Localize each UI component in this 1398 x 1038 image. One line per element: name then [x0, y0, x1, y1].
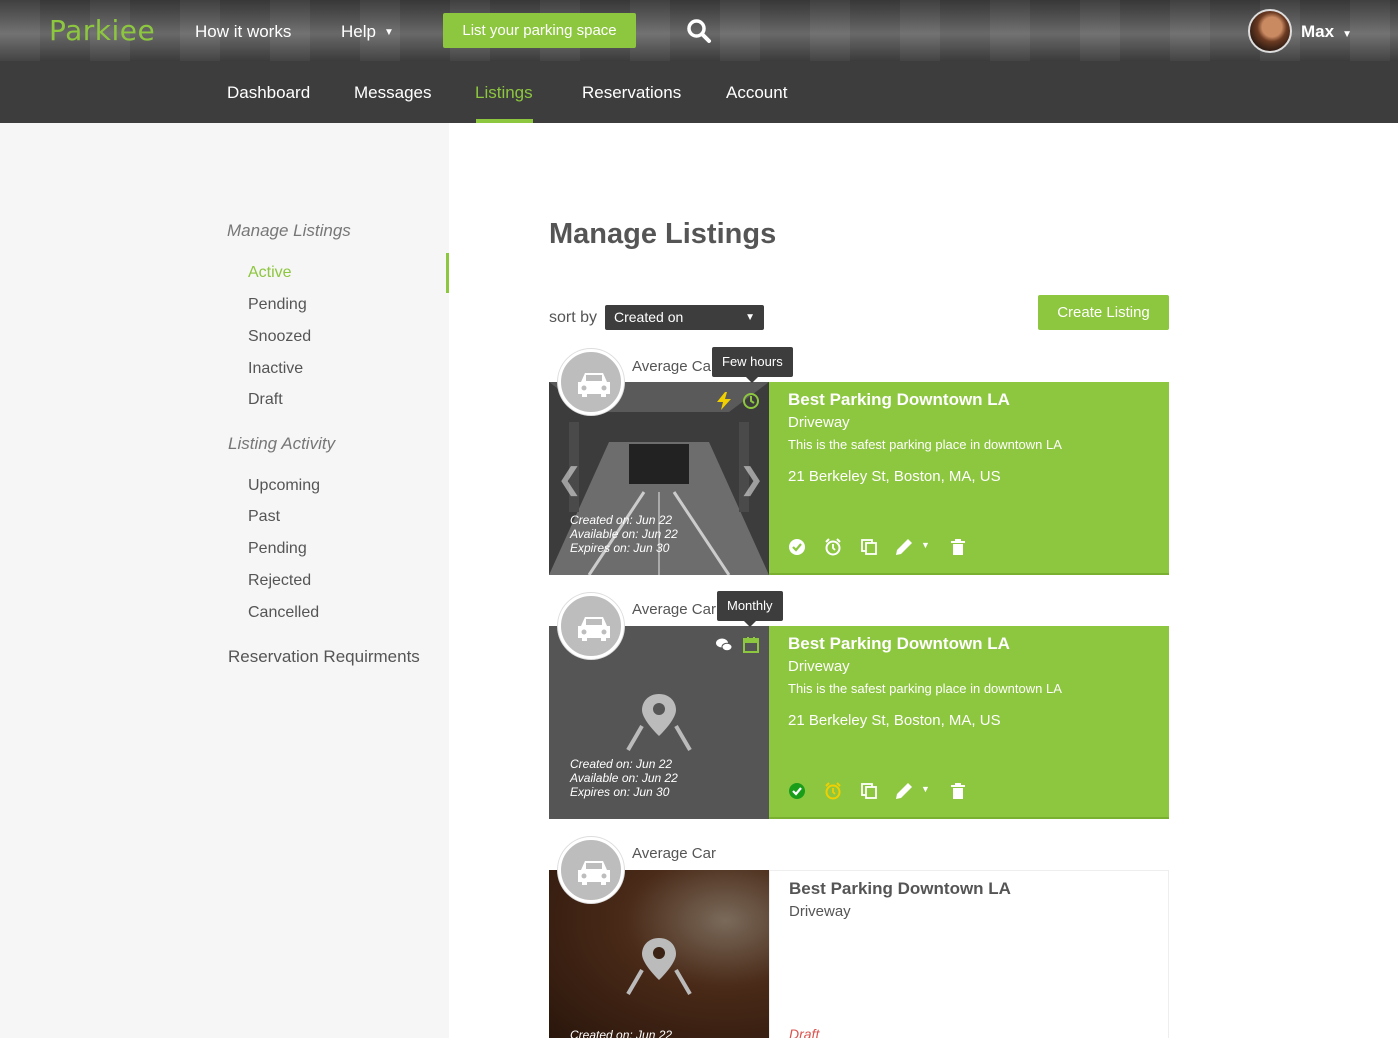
- sidebar-item-active[interactable]: Active: [248, 264, 292, 282]
- listing-address: 21 Berkeley St, Boston, MA, US: [788, 468, 1001, 485]
- chevron-down-icon[interactable]: ▼: [921, 784, 930, 794]
- sidebar-item-inactive[interactable]: Inactive: [248, 360, 303, 378]
- listing-dates: Created on: Jun 22 Available on: Jun 22 …: [570, 513, 678, 555]
- created-date: Created on: Jun 22: [570, 513, 673, 527]
- list-parking-button[interactable]: List your parking space: [443, 13, 636, 48]
- listing-card[interactable]: ❮ ❯ Created on: Jun 22 Available on: Jun…: [549, 382, 1169, 575]
- sidebar-item-snoozed[interactable]: Snoozed: [248, 328, 311, 346]
- nav-help-label: Help: [341, 22, 376, 41]
- copy-icon[interactable]: [860, 782, 878, 800]
- sidebar-item-reservation-requirements[interactable]: Reservation Requirments: [228, 647, 420, 667]
- avatar[interactable]: [1248, 9, 1292, 53]
- listing-description: This is the safest parking place in down…: [788, 681, 1062, 696]
- listing-title[interactable]: Best Parking Downtown LA: [788, 634, 1010, 654]
- clock-icon[interactable]: [742, 392, 760, 410]
- listing-details: Best Parking Downtown LA Driveway This i…: [769, 626, 1169, 819]
- user-menu[interactable]: Max ▼: [1301, 22, 1352, 42]
- available-date: Available on: Jun 22: [570, 527, 678, 541]
- car-size-icon: [558, 593, 624, 659]
- created-date: Created on: Jun 22: [570, 757, 673, 771]
- calendar-icon[interactable]: [742, 636, 760, 654]
- copy-icon[interactable]: [860, 538, 878, 556]
- listing-details: Best Parking Downtown LA Driveway This i…: [769, 382, 1169, 575]
- tooltip: Monthly: [717, 591, 783, 627]
- created-date: Created on: Jun 22: [570, 1028, 673, 1038]
- sort-label: sort by: [549, 309, 598, 326]
- listing-card[interactable]: Created on: Jun 22 Available on: Jun 22 …: [549, 626, 1169, 819]
- listing-dates: Created on: Jun 22 Available on: Jun 22 …: [570, 757, 678, 799]
- sidebar-item-pending[interactable]: Pending: [248, 296, 307, 314]
- chevron-down-icon[interactable]: ▼: [921, 540, 930, 550]
- sidebar-item-past[interactable]: Past: [248, 508, 280, 526]
- tab-listings[interactable]: Listings: [475, 83, 533, 103]
- listing-title[interactable]: Best Parking Downtown LA: [789, 879, 1011, 899]
- alarm-clock-icon[interactable]: [824, 782, 842, 800]
- tab-dashboard[interactable]: Dashboard: [227, 83, 310, 103]
- sidebar-item-rejected[interactable]: Rejected: [248, 572, 311, 590]
- trash-icon[interactable]: [949, 782, 967, 800]
- lightning-icon[interactable]: [717, 392, 731, 410]
- sort-value: Created on: [614, 309, 684, 325]
- check-circle-icon[interactable]: [788, 782, 806, 800]
- expires-date: Expires on: Jun 30: [570, 541, 670, 555]
- listing-details: Best Parking Downtown LA Driveway Draft: [769, 870, 1169, 1038]
- listing-type: Driveway: [788, 414, 850, 431]
- car-size-label: Average Car: [632, 845, 716, 862]
- tooltip: Few hours: [712, 347, 793, 383]
- status-badge: Draft: [789, 1026, 820, 1038]
- chevron-down-icon: ▼: [383, 27, 394, 39]
- car-size-label: Average Car: [632, 358, 716, 375]
- car-size-icon: [558, 349, 624, 415]
- listing-dates: Created on: Jun 22: [570, 1028, 672, 1038]
- available-date: Available on: Jun 22: [570, 771, 678, 785]
- car-size-icon: [558, 837, 624, 903]
- tab-reservations[interactable]: Reservations: [582, 83, 681, 103]
- chevron-down-icon: ▼: [1342, 29, 1352, 40]
- nav-how-it-works[interactable]: How it works: [195, 22, 291, 42]
- listing-type: Driveway: [789, 903, 851, 920]
- nav-help[interactable]: Help ▼: [341, 22, 394, 42]
- sidebar-heading-manage: Manage Listings: [227, 221, 351, 240]
- secondary-nav: [0, 61, 1398, 123]
- sort-select[interactable]: Created on ▼: [605, 305, 764, 330]
- create-listing-button[interactable]: Create Listing: [1038, 295, 1169, 330]
- map-pin-icon: [626, 694, 692, 752]
- chat-icon[interactable]: [715, 637, 733, 653]
- listing-type: Driveway: [788, 658, 850, 675]
- edit-pencil-icon[interactable]: [895, 782, 913, 800]
- trash-icon[interactable]: [949, 538, 967, 556]
- tab-account[interactable]: Account: [726, 83, 787, 103]
- listing-title[interactable]: Best Parking Downtown LA: [788, 390, 1010, 410]
- car-size-label: Average Car: [632, 601, 716, 618]
- search-icon[interactable]: [686, 18, 712, 44]
- sidebar: [0, 123, 449, 1038]
- listing-description: This is the safest parking place in down…: [788, 437, 1062, 452]
- map-pin-icon: [626, 938, 692, 996]
- edit-pencil-icon[interactable]: [895, 538, 913, 556]
- user-name: Max: [1301, 22, 1335, 41]
- sidebar-heading-activity: Listing Activity: [228, 434, 336, 453]
- sidebar-item-upcoming[interactable]: Upcoming: [248, 477, 320, 495]
- page-title: Manage Listings: [549, 218, 777, 250]
- expires-date: Expires on: Jun 30: [570, 785, 670, 799]
- listing-address: 21 Berkeley St, Boston, MA, US: [788, 712, 1001, 729]
- tab-messages[interactable]: Messages: [354, 83, 431, 103]
- next-photo-icon[interactable]: ❯: [739, 462, 764, 497]
- chevron-down-icon: ▼: [745, 312, 755, 323]
- sidebar-item-activity-pending[interactable]: Pending: [248, 540, 307, 558]
- listing-card[interactable]: Created on: Jun 22 Best Parking Downtown…: [549, 870, 1169, 1038]
- check-circle-icon[interactable]: [788, 538, 806, 556]
- sidebar-item-draft[interactable]: Draft: [248, 391, 283, 409]
- logo[interactable]: Parkiee: [49, 14, 155, 47]
- alarm-clock-icon[interactable]: [824, 538, 842, 556]
- prev-photo-icon[interactable]: ❮: [557, 462, 582, 497]
- sidebar-item-cancelled[interactable]: Cancelled: [248, 604, 319, 622]
